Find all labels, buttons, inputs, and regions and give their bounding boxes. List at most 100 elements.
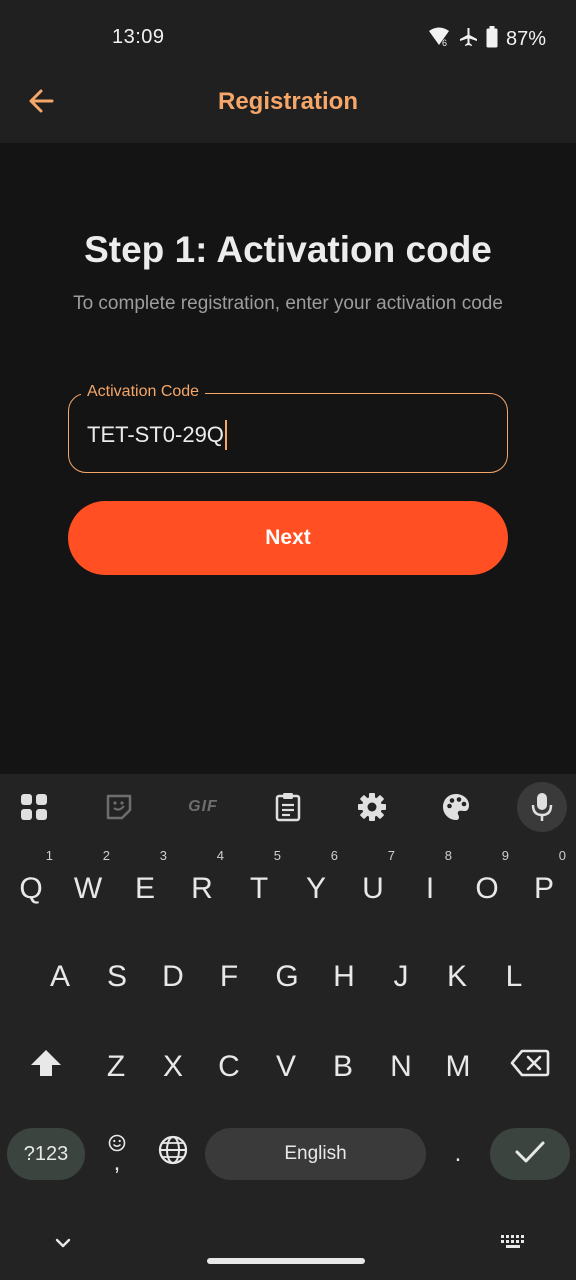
period-key[interactable]: .	[436, 1124, 480, 1184]
key-label: S	[106, 960, 127, 993]
keyboard: GIF Q1 W2 E3 R4 T5 Y6 U7 I8 O9 P0 A S D …	[0, 774, 576, 1280]
battery-icon	[486, 26, 498, 53]
key-c[interactable]: C	[203, 1032, 255, 1102]
activation-code-label: Activation Code	[81, 383, 206, 401]
key-label: H	[333, 960, 355, 993]
key-hint: 1	[45, 848, 53, 863]
key-label: P	[533, 872, 554, 905]
globe-icon	[158, 1135, 188, 1173]
main-content: Step 1: Activation code To complete regi…	[0, 143, 576, 774]
page-title: Registration	[217, 88, 358, 115]
key-e[interactable]: E3	[119, 848, 171, 924]
key-label: B	[332, 1050, 353, 1083]
status-bar: 13:09 6 87%	[0, 0, 576, 62]
key-i[interactable]: I8	[404, 848, 456, 924]
keyboard-icon	[500, 1234, 526, 1257]
key-y[interactable]: Y6	[290, 848, 342, 924]
comma-label: ,	[113, 1149, 121, 1176]
status-time: 13:09	[112, 26, 165, 48]
key-hint: 8	[444, 848, 452, 863]
key-label: N	[390, 1050, 412, 1083]
key-hint: 6	[330, 848, 338, 863]
settings-icon[interactable]	[349, 784, 395, 830]
palette-icon[interactable]	[433, 784, 479, 830]
key-label: Y	[305, 872, 326, 905]
key-m[interactable]: M	[432, 1032, 484, 1102]
key-j[interactable]: J	[375, 942, 427, 1012]
keyboard-toolbar: GIF	[0, 774, 576, 836]
key-t[interactable]: T5	[233, 848, 285, 924]
key-d[interactable]: D	[147, 942, 199, 1012]
key-label: I	[425, 872, 435, 905]
next-button[interactable]: Next	[68, 501, 508, 575]
apps-icon[interactable]	[11, 784, 57, 830]
key-hint: 3	[159, 848, 167, 863]
sticker-icon[interactable]	[96, 784, 142, 830]
shift-key[interactable]	[14, 1032, 78, 1102]
backspace-icon	[510, 1048, 550, 1086]
symbols-key[interactable]: ?123	[7, 1128, 85, 1180]
key-p[interactable]: P0	[518, 848, 570, 924]
key-label: G	[275, 960, 299, 993]
key-hint: 2	[102, 848, 110, 863]
key-label: L	[505, 960, 523, 993]
key-label: T	[249, 872, 269, 905]
key-label: Z	[106, 1050, 126, 1083]
space-bar[interactable]: English	[205, 1128, 426, 1180]
key-label: U	[362, 872, 384, 905]
key-label: V	[275, 1050, 296, 1083]
activation-code-input[interactable]: TET-ST0-29Q	[87, 420, 228, 450]
chevron-down-icon	[54, 1236, 72, 1254]
navigation-bar	[0, 1208, 576, 1280]
key-b[interactable]: B	[317, 1032, 369, 1102]
key-z[interactable]: Z	[90, 1032, 142, 1102]
key-label: M	[445, 1050, 471, 1083]
key-s[interactable]: S	[91, 942, 143, 1012]
key-label: K	[446, 960, 467, 993]
key-r[interactable]: R4	[176, 848, 228, 924]
key-label: J	[393, 960, 409, 993]
svg-text:6: 6	[442, 38, 447, 47]
activation-code-value: TET-ST0-29Q	[87, 422, 224, 447]
key-o[interactable]: O9	[461, 848, 513, 924]
hide-keyboard-button[interactable]	[50, 1232, 76, 1258]
comma-key[interactable]: ,	[96, 1124, 138, 1184]
key-g[interactable]: G	[261, 942, 313, 1012]
step-heading: Step 1: Activation code	[84, 229, 492, 270]
key-label: D	[162, 960, 184, 993]
key-hint: 5	[273, 848, 281, 863]
enter-key[interactable]	[490, 1128, 570, 1180]
keyboard-switcher-button[interactable]	[498, 1232, 528, 1258]
airplane-icon	[458, 27, 478, 52]
key-f[interactable]: F	[203, 942, 255, 1012]
home-indicator[interactable]	[207, 1258, 365, 1264]
checkmark-icon	[514, 1139, 546, 1170]
key-l[interactable]: L	[488, 942, 540, 1012]
key-k[interactable]: K	[431, 942, 483, 1012]
language-key[interactable]	[148, 1128, 198, 1180]
key-u[interactable]: U7	[347, 848, 399, 924]
key-v[interactable]: V	[260, 1032, 312, 1102]
key-label: C	[218, 1050, 240, 1083]
key-x[interactable]: X	[147, 1032, 199, 1102]
mic-icon[interactable]	[517, 782, 567, 832]
key-label: E	[134, 872, 155, 905]
key-hint: 9	[501, 848, 509, 863]
clipboard-icon[interactable]	[265, 784, 311, 830]
key-w[interactable]: W2	[62, 848, 114, 924]
backspace-key[interactable]	[498, 1032, 562, 1102]
shift-icon	[29, 1048, 63, 1086]
status-icons: 6 87%	[428, 26, 546, 53]
key-q[interactable]: Q1	[5, 848, 57, 924]
gif-button[interactable]: GIF	[180, 784, 226, 830]
key-a[interactable]: A	[34, 942, 86, 1012]
key-label: Q	[19, 872, 43, 905]
key-label: F	[219, 960, 239, 993]
gif-label: GIF	[188, 798, 218, 815]
key-h[interactable]: H	[318, 942, 370, 1012]
key-n[interactable]: N	[375, 1032, 427, 1102]
activation-code-field[interactable]: Activation Code TET-ST0-29Q	[68, 383, 508, 473]
key-label: X	[162, 1050, 183, 1083]
step-description: To complete registration, enter your act…	[73, 293, 503, 314]
key-hint: 0	[558, 848, 566, 863]
